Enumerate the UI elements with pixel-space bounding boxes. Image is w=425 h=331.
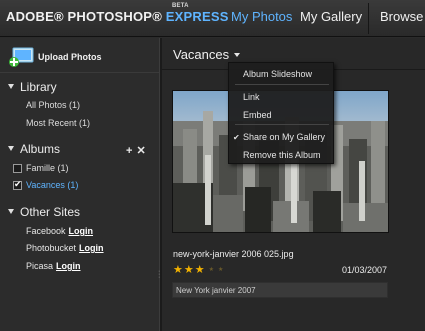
album-item-famille[interactable]: Famille (1) xyxy=(26,163,69,173)
expand-triangle-icon xyxy=(8,146,14,151)
photo-caption-field[interactable]: New York janvier 2007 xyxy=(172,282,388,298)
beta-badge: BETA xyxy=(172,3,189,9)
nav-divider xyxy=(368,3,369,34)
photo-date: 01/03/2007 xyxy=(342,265,388,275)
library-item-most-recent[interactable]: Most Recent (1) xyxy=(26,118,90,128)
album-checkbox-famille[interactable] xyxy=(13,164,22,173)
menu-item-share-on-my-gallery[interactable]: Share on My Gallery xyxy=(243,132,325,142)
library-item-all-photos[interactable]: All Photos (1) xyxy=(26,100,80,110)
star-filled-icon[interactable]: ★ xyxy=(195,264,206,276)
delete-album-icon[interactable]: ✕ xyxy=(136,145,145,157)
photo-caption: New York janvier 2007 xyxy=(176,286,256,295)
album-actions: + ✕ xyxy=(126,144,150,157)
upload-photos-button[interactable]: Upload Photos xyxy=(6,44,154,74)
sidebar-divider xyxy=(0,72,159,73)
app-logo: ADOBE® PHOTOSHOP® EXPRESS BETA xyxy=(6,3,229,24)
menu-item-link[interactable]: Link xyxy=(243,92,260,102)
album-checkbox-vacances[interactable] xyxy=(13,179,22,190)
photobucket-login-link[interactable]: Login xyxy=(79,243,104,253)
expand-triangle-icon xyxy=(8,84,14,89)
menu-item-album-slideshow[interactable]: Album Slideshow xyxy=(243,69,312,79)
site-picasa: Picasa Login xyxy=(26,261,81,271)
checkmark-icon: ✔ xyxy=(233,133,240,142)
site-photobucket: Photobucket Login xyxy=(26,243,104,253)
nav-my-photos[interactable]: My Photos xyxy=(231,9,292,24)
add-album-icon[interactable]: + xyxy=(126,145,132,157)
star-rating[interactable]: ★★★ ★ ★ xyxy=(173,263,224,276)
upload-icon xyxy=(9,47,34,67)
top-bar: ADOBE® PHOTOSHOP® EXPRESS BETA My Photos… xyxy=(0,0,425,37)
upload-photos-label: Upload Photos xyxy=(38,52,102,62)
menu-separator xyxy=(235,124,329,125)
expand-triangle-icon xyxy=(8,209,14,214)
star-filled-icon[interactable]: ★ xyxy=(184,264,195,276)
other-sites-section-header[interactable]: Other Sites xyxy=(8,205,80,219)
menu-item-remove-album[interactable]: Remove this Album xyxy=(243,150,321,160)
nav-my-gallery[interactable]: My Gallery xyxy=(300,9,362,24)
facebook-login-link[interactable]: Login xyxy=(69,226,94,236)
photo-filename: new-york-janvier 2006 025.jpg xyxy=(173,249,294,259)
site-facebook: Facebook Login xyxy=(26,226,94,236)
menu-separator xyxy=(235,84,329,85)
album-title-dropdown[interactable]: Vacances xyxy=(173,47,241,62)
picasa-login-link[interactable]: Login xyxy=(56,261,81,271)
star-empty-icon[interactable]: ★ xyxy=(209,267,215,273)
menu-item-embed[interactable]: Embed xyxy=(243,110,272,120)
nav-browse[interactable]: Browse xyxy=(380,9,423,24)
library-section-header[interactable]: Library xyxy=(8,80,57,94)
star-empty-icon[interactable]: ★ xyxy=(218,267,224,273)
albums-section-header[interactable]: Albums xyxy=(8,142,60,156)
album-item-vacances[interactable]: Vacances (1) xyxy=(26,180,78,190)
star-filled-icon[interactable]: ★ xyxy=(173,264,184,276)
sidebar: Upload Photos Library All Photos (1) Mos… xyxy=(0,38,159,331)
chevron-down-icon xyxy=(234,53,241,57)
album-options-menu: Album Slideshow Link Embed ✔ Share on My… xyxy=(228,62,334,164)
